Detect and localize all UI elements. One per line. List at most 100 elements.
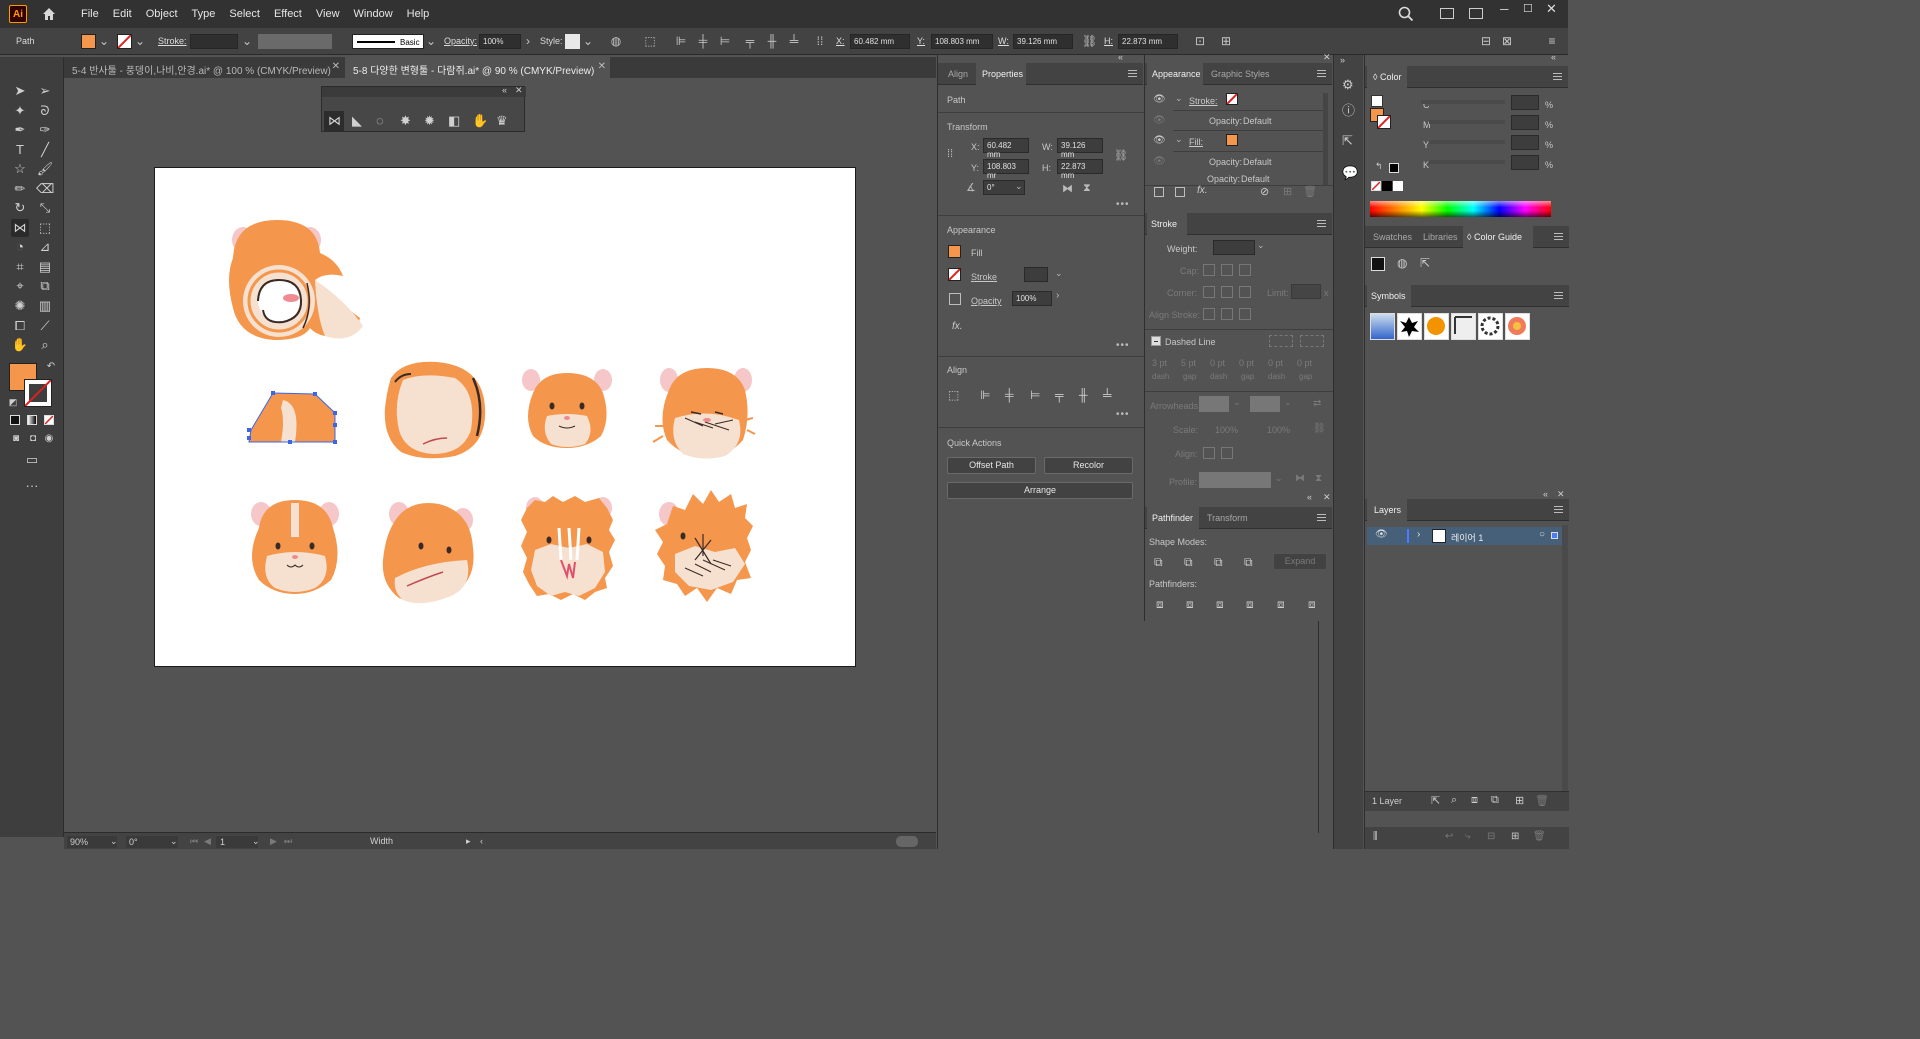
eraser-icon[interactable]: ⌫	[36, 180, 54, 198]
fill-stroke-mini[interactable]	[1371, 95, 1383, 107]
more-options-icon[interactable]: •••	[1116, 340, 1130, 351]
trash-icon[interactable]: 🗑	[1533, 831, 1546, 842]
selection-tool-icon[interactable]: ➤	[11, 82, 29, 100]
menu-effect[interactable]: Effect	[274, 8, 302, 20]
delete-item-icon[interactable]: 🗑	[1303, 185, 1317, 198]
opacity-label[interactable]: Opacity:	[444, 36, 477, 46]
chevron-down-icon[interactable]: ⌄	[1055, 268, 1063, 279]
swap-arrowheads-icon[interactable]: ⇄	[1313, 398, 1321, 409]
scrollbar[interactable]	[1562, 525, 1568, 793]
chevron-down-icon[interactable]: ⌄	[240, 34, 254, 48]
tab-color[interactable]: ◊ Color	[1373, 72, 1401, 82]
collapse-icon[interactable]: «	[1118, 52, 1123, 62]
free-transform-icon[interactable]: ⬚	[36, 219, 54, 237]
miter-join-icon[interactable]	[1203, 286, 1215, 298]
scrollbar[interactable]	[1323, 93, 1328, 185]
tab-pathfinder[interactable]: Pathfinder	[1152, 513, 1193, 523]
first-artboard-icon[interactable]: ⏮	[190, 836, 198, 847]
chevron-down-icon[interactable]: ⌄	[1233, 397, 1241, 408]
add-effect-icon[interactable]: fx.	[1197, 185, 1208, 196]
butt-cap-icon[interactable]	[1203, 264, 1215, 276]
align-inside-stroke-icon[interactable]	[1221, 308, 1233, 320]
color-mode-icon[interactable]	[10, 415, 20, 425]
collapse-icon[interactable]: «	[1307, 492, 1312, 502]
edit-original-icon[interactable]: ⊟	[1487, 831, 1495, 842]
artboard-tool-icon[interactable]: ⧠	[11, 317, 29, 335]
magic-wand-icon[interactable]: ✦	[11, 102, 29, 120]
chevron-right-icon[interactable]: ›	[521, 34, 535, 48]
libraries-icon[interactable]: ⫼	[1373, 831, 1378, 842]
start-arrowhead-select[interactable]	[1199, 396, 1229, 412]
home-icon[interactable]	[41, 6, 57, 22]
close-icon[interactable]: ✕	[515, 85, 523, 96]
scale-tool-icon[interactable]: ⤡	[36, 199, 54, 217]
panel-menu-icon[interactable]	[1554, 233, 1563, 240]
chevron-right-icon[interactable]: ›	[1417, 529, 1420, 540]
align-right-icon[interactable]: ⊨	[718, 34, 732, 48]
none-mode-icon[interactable]	[44, 415, 54, 425]
graph-tool-icon[interactable]: ▥	[36, 297, 54, 315]
round-cap-icon[interactable]	[1221, 264, 1233, 276]
previous-artboard-icon[interactable]: ◀	[204, 836, 211, 847]
chevron-down-icon[interactable]: ⌄	[1015, 181, 1023, 192]
edit-toolbar-icon[interactable]: ···	[23, 477, 41, 495]
new-layer-icon[interactable]: ⊞	[1515, 794, 1524, 807]
more-options-icon[interactable]: •••	[1116, 199, 1130, 210]
search-icon[interactable]	[1398, 6, 1414, 25]
line-tool-icon[interactable]: ╱	[36, 141, 54, 159]
style-swatch[interactable]	[565, 34, 580, 49]
delete-layer-icon[interactable]: 🗑	[1535, 794, 1549, 807]
new-stroke-icon[interactable]	[1154, 187, 1164, 197]
chevron-down-icon[interactable]: ⌄	[110, 836, 118, 847]
horizontal-scrollbar-thumb[interactable]	[896, 836, 918, 847]
crystallize-tool-icon[interactable]: ✋	[472, 113, 488, 129]
arrow-place-icon[interactable]	[1221, 447, 1233, 459]
control-menu-icon[interactable]: ≡	[1545, 34, 1559, 48]
info-icon[interactable]: ⓘ	[1342, 100, 1355, 119]
export-icon[interactable]: ⇱	[1431, 794, 1440, 807]
yellow-slider[interactable]	[1429, 140, 1505, 144]
wrinkle-tool-icon[interactable]: ♛	[496, 113, 508, 129]
search-icon[interactable]: ⌕	[1451, 794, 1457, 807]
expand-button[interactable]: Expand	[1273, 553, 1327, 570]
selection-indicator[interactable]	[1551, 532, 1558, 539]
panel-scrollbar[interactable]	[1318, 621, 1328, 833]
tab-graphic-styles[interactable]: Graphic Styles	[1211, 69, 1270, 79]
arrange-icon[interactable]: ⊟	[1479, 34, 1493, 48]
layer-name[interactable]: 레이어 1	[1451, 531, 1483, 544]
align-right-icon[interactable]: ⊨	[1030, 388, 1040, 402]
workspace-icon[interactable]	[1440, 8, 1454, 19]
brush-definition[interactable]: Basic	[352, 34, 424, 49]
arrange-documents-icon[interactable]	[1469, 8, 1483, 19]
symbol-blue-banner[interactable]	[1370, 313, 1395, 340]
flip-vertical-icon[interactable]: ⧗	[1083, 182, 1091, 195]
h-field[interactable]: 22.873 mm	[1118, 34, 1178, 49]
export-icon[interactable]: ⇱	[1342, 133, 1353, 149]
trim-icon[interactable]: ⧈	[1186, 597, 1194, 612]
slice-tool-icon[interactable]: ⟋	[36, 317, 54, 335]
hamster-fuzzy[interactable]	[521, 496, 615, 600]
black-swatch[interactable]	[1389, 163, 1399, 173]
w-field[interactable]: 39.126 mm	[1013, 34, 1073, 49]
link-icon[interactable]: ↩	[1445, 831, 1453, 842]
target-icon[interactable]: ○	[1539, 529, 1545, 540]
limit-field[interactable]	[1291, 284, 1321, 299]
close-window-icon[interactable]: ✕	[1546, 1, 1557, 17]
isolate-icon[interactable]: ⊞	[1219, 34, 1233, 48]
tab-swatches[interactable]: Swatches	[1373, 232, 1412, 242]
align-outside-stroke-icon[interactable]	[1239, 308, 1251, 320]
mesh-tool-icon[interactable]: ⌗	[11, 258, 29, 276]
constrain-proportions-icon[interactable]: ⛓	[1082, 34, 1097, 48]
hamster-round[interactable]	[384, 361, 486, 459]
more-options-icon[interactable]: •••	[1116, 409, 1130, 420]
collapse-icon[interactable]: «	[502, 85, 507, 95]
chevron-down-icon[interactable]: ⌄	[581, 34, 595, 48]
stroke-label[interactable]: Stroke:	[158, 36, 187, 46]
width-tool-icon[interactable]: ⋈	[11, 219, 29, 237]
document-tab-active[interactable]: 5-8 다양한 변형툴 - 다람쥐.ai* @ 90 % (CMYK/Previ…	[345, 57, 610, 78]
eyedropper-icon[interactable]: ⌖	[11, 277, 29, 295]
hamster-tilted[interactable]	[382, 502, 474, 604]
swirl-hamster[interactable]	[229, 220, 363, 340]
maximize-icon[interactable]: ☐	[1523, 2, 1533, 15]
shape-builder-icon[interactable]: ◔	[11, 238, 29, 256]
